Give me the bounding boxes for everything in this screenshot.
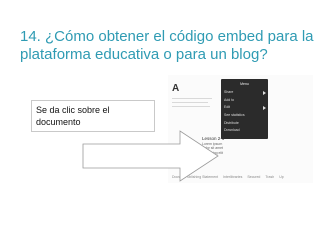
embedded-screenshot: A Menu Share Add to Edit See statistics … xyxy=(168,75,313,183)
doc-letter: A xyxy=(172,83,180,94)
submenu-arrow-icon xyxy=(263,106,266,110)
snippet-line: adipiscing elit xyxy=(202,150,224,155)
bottom-tab[interactable]: Trash xyxy=(265,175,274,179)
doc-line xyxy=(172,98,212,99)
doc-line xyxy=(172,106,210,107)
context-menu-title: Menu xyxy=(240,82,249,86)
context-menu[interactable]: Menu Share Add to Edit See statistics Di… xyxy=(221,79,268,139)
menu-item-edit[interactable]: Edit xyxy=(224,105,230,109)
bottom-tab[interactable]: Docs xyxy=(172,175,180,179)
doc-line xyxy=(172,102,208,103)
menu-item-distribute[interactable]: Distribute xyxy=(224,121,239,125)
bottom-tab-bar: Docs Publishing Statement Interlibraries… xyxy=(168,171,313,183)
document-preview-snippet[interactable]: Lesson 2-1 Lorem ipsum dolor sit amet ad… xyxy=(202,136,232,155)
bottom-tab[interactable]: Publishing Statement xyxy=(185,175,218,179)
bottom-tab[interactable]: Interlibraries xyxy=(223,175,242,179)
slide-title: 14. ¿Cómo obtener el código embed para l… xyxy=(20,28,314,63)
menu-item-download[interactable]: Download xyxy=(224,128,240,132)
callout-text: Se da clic sobre el documento xyxy=(31,100,155,132)
submenu-arrow-icon xyxy=(263,91,266,95)
menu-item-add-to[interactable]: Add to xyxy=(224,98,234,102)
menu-item-statistics[interactable]: See statistics xyxy=(224,113,245,117)
bottom-tab[interactable]: Secured xyxy=(247,175,260,179)
menu-item-share[interactable]: Share xyxy=(224,90,233,94)
bottom-tab[interactable]: Up xyxy=(279,175,283,179)
